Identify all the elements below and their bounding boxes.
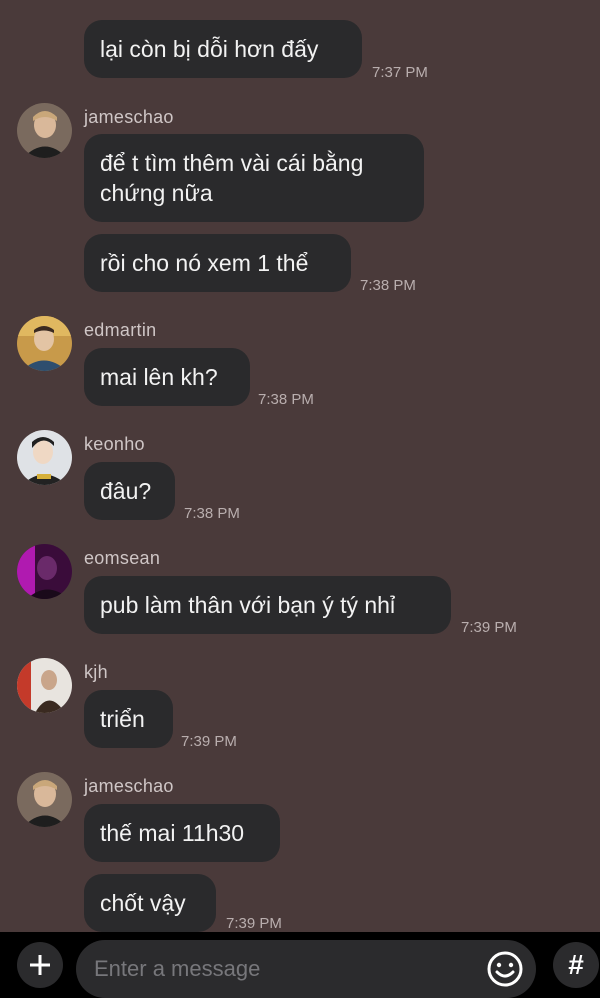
sender-name[interactable]: eomsean	[84, 548, 160, 569]
message-time: 7:38 PM	[184, 505, 240, 522]
message-bubble[interactable]: rồi cho nó xem 1 thể	[84, 234, 351, 292]
avatar-edmartin[interactable]	[17, 316, 72, 371]
message-time: 7:37 PM	[372, 64, 428, 81]
message-time: 7:38 PM	[360, 277, 416, 294]
avatar-jameschao[interactable]	[17, 103, 72, 158]
message-bubble[interactable]: triển	[84, 690, 173, 748]
avatar-jameschao[interactable]	[17, 772, 72, 827]
avatar-eomsean[interactable]	[17, 544, 72, 599]
smiley-icon	[487, 951, 523, 987]
emoji-button[interactable]	[486, 950, 524, 988]
sender-name[interactable]: keonho	[84, 434, 145, 455]
plus-icon	[30, 955, 50, 975]
sender-name[interactable]: jameschao	[84, 776, 174, 797]
message-bubble[interactable]: pub làm thân với bạn ý tý nhỉ	[84, 576, 451, 634]
plus-button[interactable]	[17, 942, 63, 988]
sender-name[interactable]: jameschao	[84, 107, 174, 128]
avatar-keonho[interactable]	[17, 430, 72, 485]
message-bubble[interactable]: lại còn bị dỗi hơn đấy	[84, 20, 362, 78]
chat-log: lại còn bị dỗi hơn đấy 7:37 PM jameschao…	[0, 0, 600, 932]
message-bubble[interactable]: đâu?	[84, 462, 175, 520]
message-input[interactable]: Enter a message	[76, 940, 536, 998]
message-input-placeholder: Enter a message	[94, 956, 261, 981]
hashtag-button[interactable]: #	[553, 942, 599, 988]
message-time: 7:38 PM	[258, 391, 314, 408]
sender-name[interactable]: kjh	[84, 662, 108, 683]
message-bubble[interactable]: thế mai 11h30	[84, 804, 280, 862]
message-bubble[interactable]: chốt vậy	[84, 874, 216, 932]
message-bubble[interactable]: để t tìm thêm vài cái bằng chứng nữa	[84, 134, 424, 222]
message-time: 7:39 PM	[226, 915, 282, 932]
sender-name[interactable]: edmartin	[84, 320, 156, 341]
message-time: 7:39 PM	[181, 733, 237, 750]
hash-icon: #	[568, 949, 584, 980]
message-bubble[interactable]: mai lên kh?	[84, 348, 250, 406]
avatar-kjh[interactable]	[17, 658, 72, 713]
message-time: 7:39 PM	[461, 619, 517, 636]
